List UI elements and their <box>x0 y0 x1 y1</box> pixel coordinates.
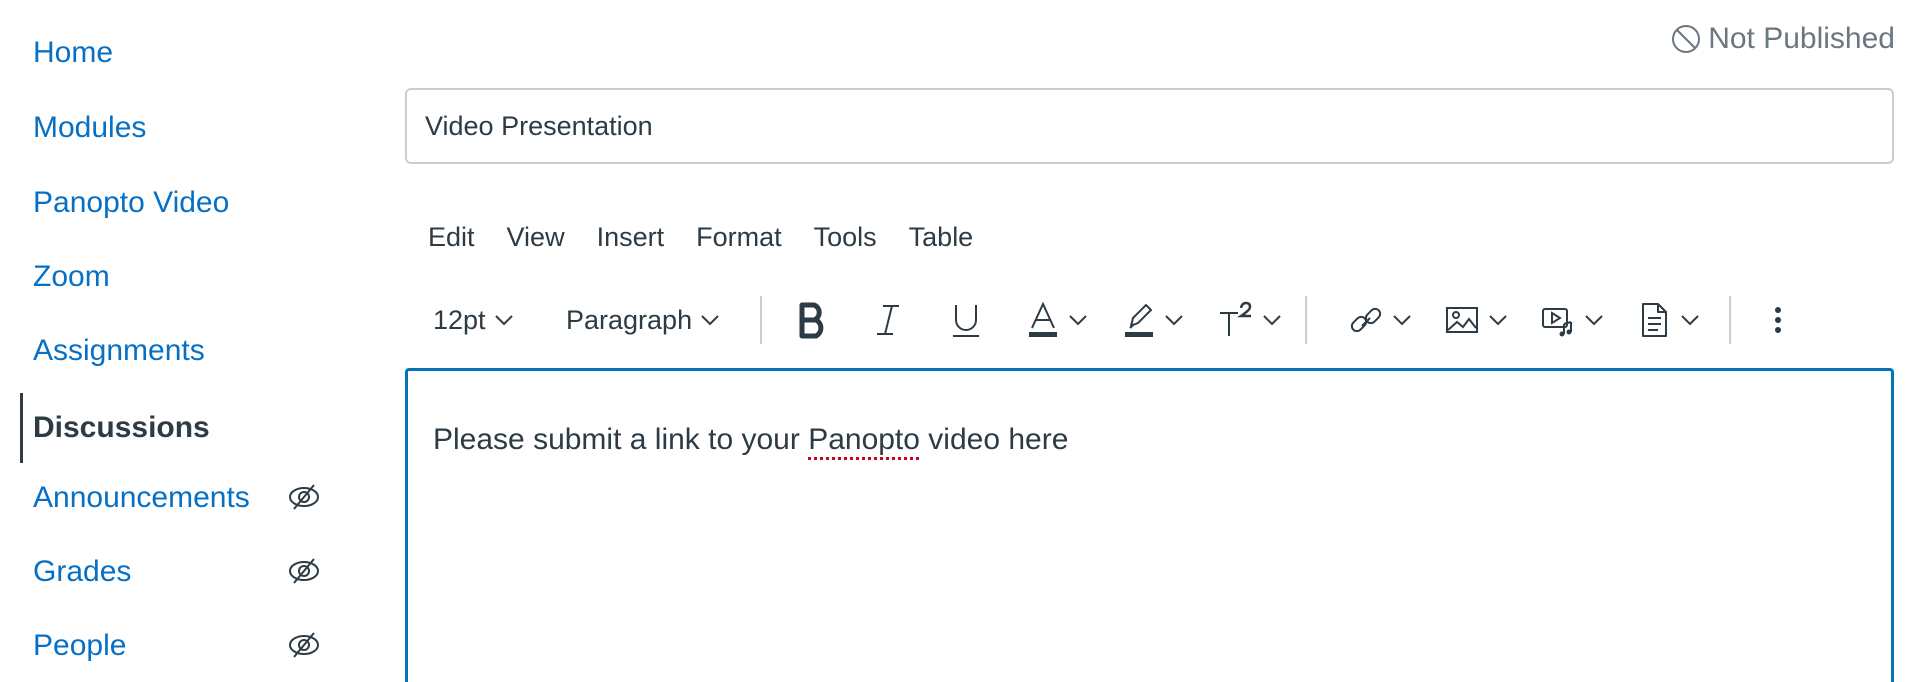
menu-edit[interactable]: Edit <box>412 218 491 257</box>
publish-status-label: Not Published <box>1708 22 1895 55</box>
sidebar-item-label: Discussions <box>33 411 210 444</box>
sidebar-item-zoom[interactable]: Zoom <box>20 249 330 305</box>
editor-text-before: Please submit a link to your <box>433 423 809 456</box>
italic-button[interactable] <box>873 292 903 348</box>
sidebar-item-label: Announcements <box>33 481 250 514</box>
chevron-down-icon <box>1393 315 1411 326</box>
text-color-icon <box>1029 301 1057 337</box>
menu-view[interactable]: View <box>491 218 581 257</box>
font-size-value: 12pt <box>433 304 486 335</box>
superscript-button[interactable] <box>1218 292 1282 348</box>
media-button[interactable] <box>1540 292 1604 348</box>
italic-icon <box>877 305 899 335</box>
toolbar-separator <box>760 296 762 344</box>
eye-slash-icon <box>289 558 319 584</box>
sidebar-item-panopto-video[interactable]: Panopto Video <box>20 175 330 231</box>
sidebar-item-label: Modules <box>33 111 147 144</box>
toolbar-separator <box>1305 296 1307 344</box>
more-options-button[interactable] <box>1772 292 1784 348</box>
sidebar-item-people[interactable]: People <box>20 618 330 674</box>
rich-content-editor[interactable]: Please submit a link to your Panopto vid… <box>405 368 1894 682</box>
chevron-down-icon <box>701 315 719 326</box>
course-navigation: Home Modules Panopto Video Zoom Assignme… <box>0 0 340 682</box>
chevron-down-icon <box>1489 315 1507 326</box>
chevron-down-icon <box>494 315 513 326</box>
sidebar-item-label: Grades <box>33 555 132 588</box>
sidebar-item-home[interactable]: Home <box>20 25 330 81</box>
bold-icon <box>799 302 824 339</box>
menu-table[interactable]: Table <box>893 218 990 257</box>
menu-tools[interactable]: Tools <box>798 218 893 257</box>
sidebar-item-label: Assignments <box>33 334 205 367</box>
publish-status: Not Published <box>1670 22 1895 56</box>
editor-toolbar: 12pt Paragraph <box>412 292 1892 348</box>
sidebar-item-assignments[interactable]: Assignments <box>20 323 330 379</box>
chevron-down-icon <box>1585 315 1603 326</box>
sidebar-item-label: Panopto Video <box>33 186 230 219</box>
chevron-down-icon <box>1165 315 1183 326</box>
text-color-button[interactable] <box>1026 292 1088 348</box>
document-icon <box>1642 303 1667 337</box>
chevron-down-icon <box>1069 315 1087 326</box>
discussion-title-input[interactable] <box>405 88 1894 164</box>
eye-slash-icon <box>289 632 319 658</box>
sidebar-item-label: People <box>33 629 127 662</box>
menu-insert[interactable]: Insert <box>581 218 681 257</box>
bold-button[interactable] <box>796 292 830 348</box>
link-icon <box>1350 307 1382 333</box>
image-icon <box>1446 307 1478 333</box>
block-format-value: Paragraph <box>566 304 693 335</box>
document-button[interactable] <box>1636 292 1700 348</box>
sidebar-item-label: Home <box>33 36 114 69</box>
editor-menubar: Edit View Insert Format Tools Table <box>412 218 989 257</box>
sidebar-item-announcements[interactable]: Announcements <box>20 470 330 526</box>
not-published-icon <box>1672 25 1701 53</box>
chevron-down-icon <box>1681 315 1699 326</box>
sidebar-item-label: Zoom <box>33 260 110 293</box>
media-icon <box>1542 308 1572 337</box>
highlight-icon <box>1125 304 1153 337</box>
underline-button[interactable] <box>949 292 983 348</box>
editor-text-after: video here <box>919 423 1069 456</box>
more-icon <box>1775 307 1781 333</box>
sidebar-item-grades[interactable]: Grades <box>20 544 330 600</box>
chevron-down-icon <box>1263 315 1281 326</box>
eye-slash-icon <box>289 484 319 510</box>
misspelled-word: Panopto <box>808 423 920 456</box>
highlight-color-button[interactable] <box>1122 292 1184 348</box>
underline-icon <box>953 305 979 337</box>
sidebar-item-modules[interactable]: Modules <box>20 100 330 156</box>
editor-paragraph: Please submit a link to your Panopto vid… <box>433 423 1068 457</box>
link-button[interactable] <box>1348 292 1412 348</box>
menu-format[interactable]: Format <box>680 218 798 257</box>
superscript-icon <box>1220 301 1252 336</box>
image-button[interactable] <box>1444 292 1508 348</box>
font-size-select[interactable]: 12pt <box>433 292 514 348</box>
sidebar-item-discussions[interactable]: Discussions <box>20 393 330 463</box>
block-format-select[interactable]: Paragraph <box>566 292 720 348</box>
toolbar-separator <box>1729 296 1731 344</box>
